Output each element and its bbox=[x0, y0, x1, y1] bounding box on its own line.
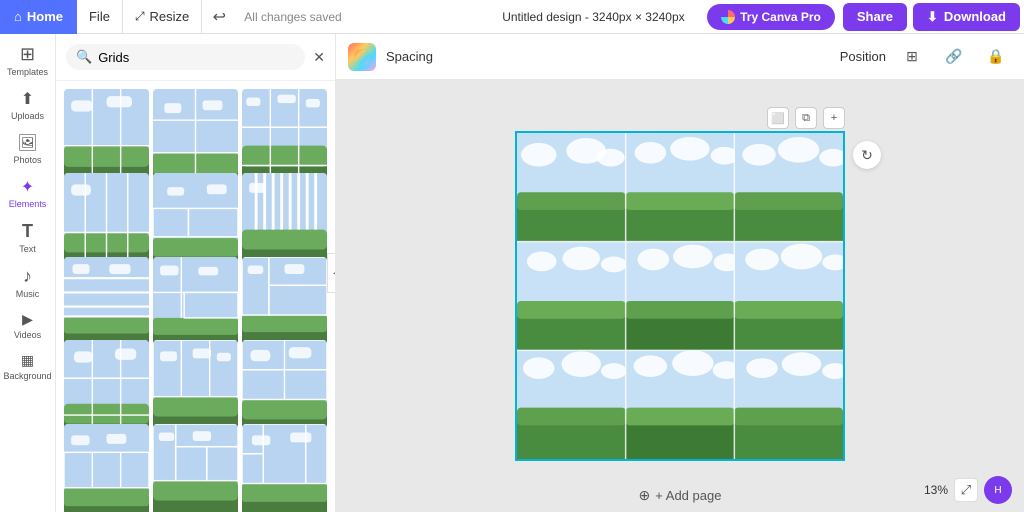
uploads-label: Uploads bbox=[11, 111, 44, 121]
sidebar-item-elements[interactable]: ✦ Elements bbox=[0, 171, 55, 215]
grid-thumbnail-svg bbox=[242, 424, 327, 512]
search-panel: 🔍 ✕ bbox=[56, 34, 336, 512]
share-label: Share bbox=[857, 9, 893, 24]
canvas-area: Spacing Position ⊞ 🔗 🔒 ⬜ bbox=[336, 34, 1024, 512]
photos-label: Photos bbox=[13, 155, 41, 165]
sidebar-item-uploads[interactable]: ⬆ Uploads bbox=[0, 83, 55, 127]
undo-button[interactable]: ↩ bbox=[202, 0, 236, 34]
fullscreen-icon: H bbox=[994, 485, 1001, 496]
duplicate-button[interactable]: ⧉ bbox=[795, 107, 817, 129]
sidebar-item-templates[interactable]: ⊞ Templates bbox=[0, 38, 55, 83]
file-label: File bbox=[89, 9, 110, 24]
add-page-label: + Add page bbox=[655, 488, 721, 503]
canva-logo bbox=[721, 10, 735, 24]
grid-thumbnail-svg bbox=[64, 424, 149, 512]
design-canvas[interactable] bbox=[515, 131, 845, 461]
resize-label: Resize bbox=[150, 9, 190, 24]
search-bar: 🔍 ✕ bbox=[56, 34, 335, 81]
add-element-button[interactable]: + bbox=[823, 107, 845, 129]
saved-status: All changes saved bbox=[236, 10, 479, 24]
videos-label: Videos bbox=[14, 330, 41, 340]
list-item[interactable] bbox=[64, 424, 149, 512]
undo-icon: ↩ bbox=[213, 7, 226, 27]
saved-label: All changes saved bbox=[244, 10, 341, 24]
sidebar-item-photos[interactable]: 🖼 Photos bbox=[0, 127, 55, 171]
share-button[interactable]: Share bbox=[843, 3, 907, 31]
close-icon[interactable]: ✕ bbox=[313, 49, 325, 66]
zoom-level: 13% bbox=[924, 483, 948, 497]
uploads-icon: ⬆ bbox=[21, 89, 34, 109]
refresh-icon: ↻ bbox=[861, 147, 873, 164]
frame-icon: ⬜ bbox=[771, 112, 785, 125]
list-item[interactable] bbox=[153, 424, 238, 512]
templates-label: Templates bbox=[7, 67, 48, 77]
home-button[interactable]: ⌂ Home bbox=[0, 0, 77, 34]
sidebar: ⊞ Templates ⬆ Uploads 🖼 Photos ✦ Element… bbox=[0, 34, 56, 512]
search-input[interactable] bbox=[98, 50, 295, 65]
home-icon: ⌂ bbox=[14, 9, 22, 24]
photos-icon: 🖼 bbox=[17, 133, 37, 153]
document-title: Untitled design - 3240px × 3240px bbox=[480, 10, 707, 24]
grid-icon: ⊞ bbox=[906, 48, 918, 65]
text-label: Text bbox=[19, 244, 36, 254]
lock-icon: 🔒 bbox=[987, 48, 1004, 65]
canvas-workspace: ⬜ ⧉ + ↻ bbox=[515, 131, 845, 461]
zoom-out-button[interactable]: ⤢ bbox=[954, 478, 978, 502]
spacing-label: Spacing bbox=[386, 49, 433, 64]
canvas-toolbar: Spacing Position ⊞ 🔗 🔒 bbox=[336, 34, 1024, 80]
link-button[interactable]: 🔗 bbox=[938, 41, 970, 73]
frame-button[interactable]: ⬜ bbox=[767, 107, 789, 129]
try-canva-label: Try Canva Pro bbox=[740, 10, 821, 24]
sidebar-item-music[interactable]: ♪ Music bbox=[0, 260, 55, 305]
grid-results bbox=[56, 81, 335, 512]
canva-logo-icon bbox=[353, 48, 371, 66]
text-icon: T bbox=[22, 221, 33, 242]
download-label: Download bbox=[944, 9, 1006, 24]
resize-icon: ⤢ bbox=[135, 9, 145, 24]
canvas-svg bbox=[517, 133, 843, 459]
add-page-button[interactable]: ⊕ + Add page bbox=[336, 478, 1024, 512]
canvas-content: ⬜ ⧉ + ↻ bbox=[336, 80, 1024, 512]
music-icon: ♪ bbox=[23, 266, 32, 287]
grid-thumbnail-svg bbox=[153, 424, 238, 512]
zoom-controls: 13% ⤢ H bbox=[924, 476, 1012, 504]
title-text: Untitled design - 3240px × 3240px bbox=[502, 10, 684, 24]
templates-icon: ⊞ bbox=[20, 44, 35, 65]
try-canva-button[interactable]: Try Canva Pro bbox=[707, 4, 835, 30]
download-button[interactable]: ⬇ Download bbox=[913, 3, 1020, 31]
grid-view-button[interactable]: ⊞ bbox=[896, 41, 928, 73]
link-icon: 🔗 bbox=[945, 48, 962, 65]
background-label: Background bbox=[3, 371, 51, 381]
plus-icon: + bbox=[831, 112, 837, 124]
collapse-panel-button[interactable]: ◀ bbox=[327, 253, 336, 293]
duplicate-icon: ⧉ bbox=[802, 112, 810, 125]
file-menu[interactable]: File bbox=[77, 0, 122, 34]
videos-icon: ▶ bbox=[22, 311, 33, 328]
background-icon: ▦ bbox=[21, 352, 34, 369]
sidebar-item-videos[interactable]: ▶ Videos bbox=[0, 305, 55, 346]
canva-color-badge bbox=[348, 43, 376, 71]
refresh-button[interactable]: ↻ bbox=[853, 141, 881, 169]
list-item[interactable] bbox=[242, 424, 327, 512]
elements-icon: ✦ bbox=[21, 177, 34, 197]
home-label: Home bbox=[27, 9, 63, 24]
resize-button[interactable]: ⤢ Resize bbox=[122, 0, 202, 34]
position-button[interactable]: Position bbox=[840, 49, 886, 64]
fullscreen-button[interactable]: H bbox=[984, 476, 1012, 504]
topbar: ⌂ Home File ⤢ Resize ↩ All changes saved… bbox=[0, 0, 1024, 34]
main-area: ⊞ Templates ⬆ Uploads 🖼 Photos ✦ Element… bbox=[0, 34, 1024, 512]
search-icon: 🔍 bbox=[76, 49, 92, 65]
elements-label: Elements bbox=[9, 199, 47, 209]
selection-handles: ⬜ ⧉ + bbox=[767, 107, 845, 129]
lock-button[interactable]: 🔒 bbox=[980, 41, 1012, 73]
music-label: Music bbox=[16, 289, 40, 299]
expand-icon: ⤢ bbox=[961, 482, 971, 498]
search-input-wrapper[interactable]: 🔍 bbox=[66, 44, 305, 70]
plus-circle-icon: ⊕ bbox=[639, 487, 651, 504]
sidebar-item-background[interactable]: ▦ Background bbox=[0, 346, 55, 387]
download-icon: ⬇ bbox=[927, 9, 938, 25]
sidebar-item-text[interactable]: T Text bbox=[0, 215, 55, 260]
